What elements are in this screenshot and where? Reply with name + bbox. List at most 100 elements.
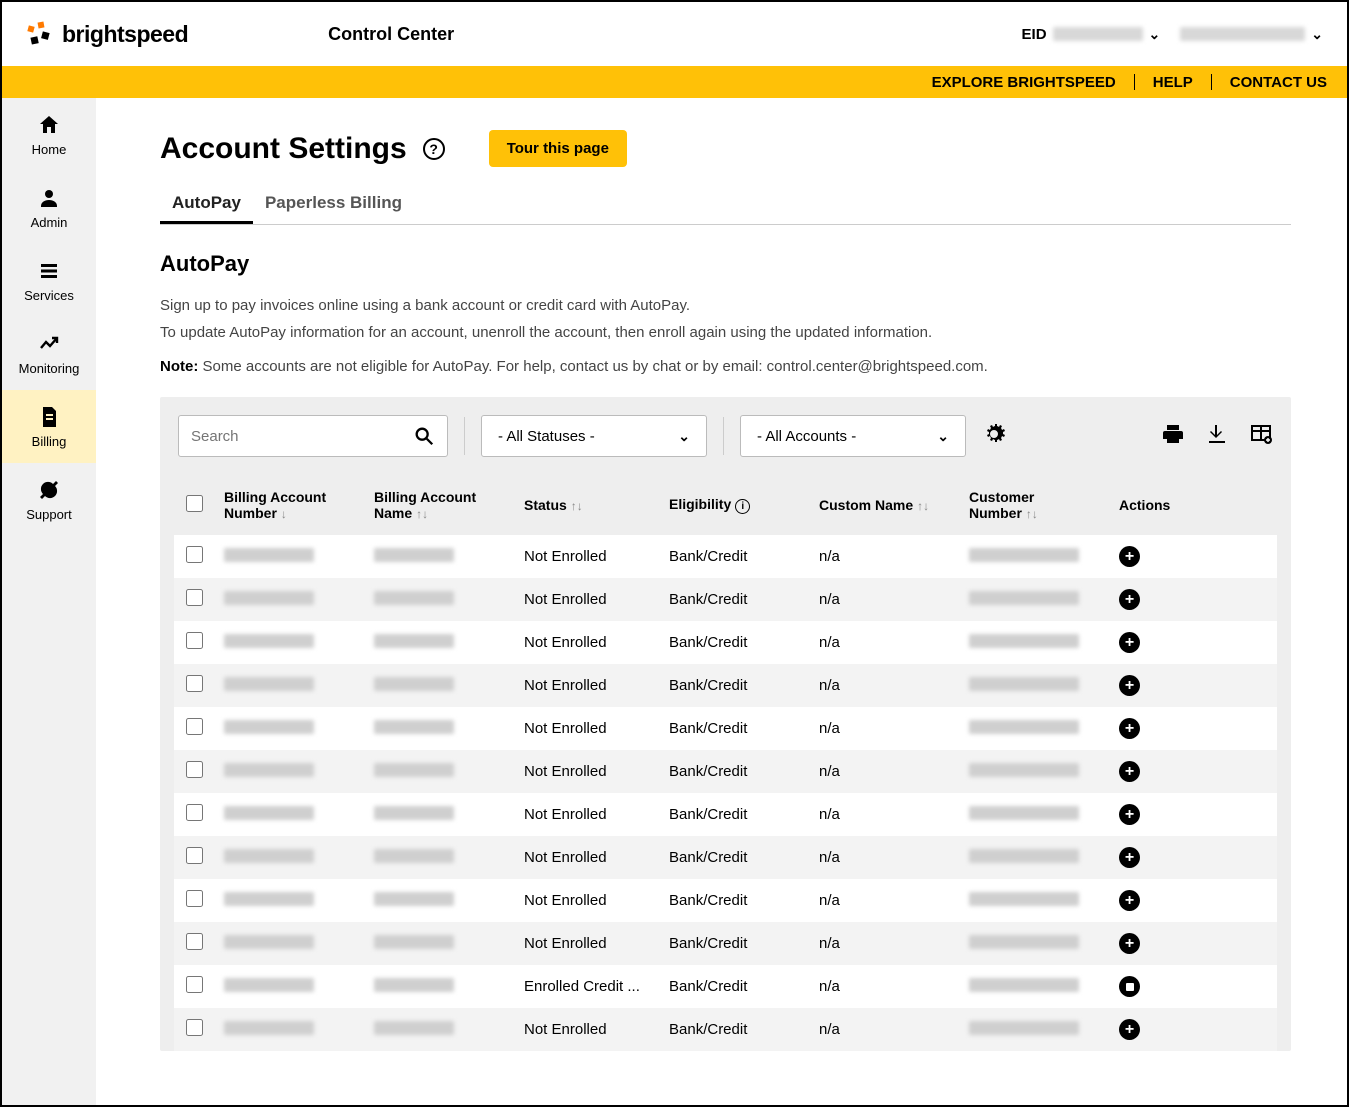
util-nav: EXPLORE BRIGHTSPEED HELP CONTACT US: [2, 66, 1347, 98]
sidebar-item-home[interactable]: Home: [2, 98, 96, 171]
sort-icon[interactable]: ↑↓: [416, 507, 428, 521]
plus-icon: +: [1125, 764, 1134, 780]
sort-icon[interactable]: ↓: [281, 507, 287, 521]
ban-redacted: [224, 892, 314, 906]
eligibility-value: Bank/Credit: [669, 763, 747, 780]
print-button[interactable]: [1161, 422, 1185, 451]
name-redacted: [374, 720, 454, 734]
download-button[interactable]: [1205, 422, 1229, 451]
ban-redacted: [224, 978, 314, 992]
custom-name-value: n/a: [819, 935, 840, 952]
sort-icon[interactable]: ↑↓: [571, 499, 583, 513]
cust-num-redacted: [969, 849, 1079, 863]
status-value: Not Enrolled: [524, 634, 607, 651]
sidebar-item-billing[interactable]: Billing: [2, 390, 96, 463]
ban-redacted: [224, 634, 314, 648]
explore-link[interactable]: EXPLORE BRIGHTSPEED: [932, 74, 1116, 91]
cust-num-redacted: [969, 548, 1079, 562]
chevron-down-icon: ⌄: [937, 428, 949, 445]
row-checkbox[interactable]: [186, 804, 203, 821]
select-all-checkbox[interactable]: [186, 495, 203, 512]
row-checkbox[interactable]: [186, 933, 203, 950]
plus-icon: +: [1125, 850, 1134, 866]
enroll-button[interactable]: +: [1119, 847, 1140, 868]
enroll-button[interactable]: +: [1119, 675, 1140, 696]
status-value: Not Enrolled: [524, 720, 607, 737]
eid-dropdown[interactable]: EID ⌄: [1022, 26, 1161, 43]
search-box[interactable]: [178, 415, 448, 457]
settings-button[interactable]: [982, 422, 1006, 451]
logo[interactable]: brightspeed: [26, 20, 188, 48]
tab-paperless[interactable]: Paperless Billing: [253, 185, 414, 224]
row-checkbox[interactable]: [186, 761, 203, 778]
sidebar-item-admin[interactable]: Admin: [2, 171, 96, 244]
enroll-button[interactable]: +: [1119, 890, 1140, 911]
sidebar-item-services[interactable]: Services: [2, 244, 96, 317]
enroll-button[interactable]: +: [1119, 933, 1140, 954]
col-ban: Billing Account Number: [224, 489, 326, 521]
row-checkbox[interactable]: [186, 976, 203, 993]
chevron-down-icon: ⌄: [1311, 26, 1323, 43]
note: Note: Some accounts are not eligible for…: [160, 358, 1291, 375]
help-icon[interactable]: ?: [423, 138, 445, 160]
sidebar-item-monitoring[interactable]: Monitoring: [2, 317, 96, 390]
unenroll-button[interactable]: [1119, 976, 1140, 997]
row-checkbox[interactable]: [186, 847, 203, 864]
print-icon: [1161, 422, 1185, 446]
info-icon[interactable]: i: [735, 499, 750, 514]
status-filter-dropdown[interactable]: - All Statuses - ⌄: [481, 415, 707, 457]
admin-icon: [36, 185, 62, 211]
name-redacted: [374, 978, 454, 992]
table-row: Not EnrolledBank/Creditn/a+: [174, 535, 1277, 578]
name-redacted: [374, 677, 454, 691]
tab-autopay[interactable]: AutoPay: [160, 185, 253, 224]
columns-button[interactable]: [1249, 422, 1273, 451]
enroll-button[interactable]: +: [1119, 718, 1140, 739]
enroll-button[interactable]: +: [1119, 761, 1140, 782]
search-input[interactable]: [191, 428, 413, 445]
row-checkbox[interactable]: [186, 718, 203, 735]
eid-label: EID: [1022, 26, 1047, 43]
name-redacted: [374, 806, 454, 820]
account-filter-dropdown[interactable]: - All Accounts - ⌄: [740, 415, 966, 457]
status-value: Not Enrolled: [524, 892, 607, 909]
row-checkbox[interactable]: [186, 632, 203, 649]
user-dropdown[interactable]: ⌄: [1180, 26, 1323, 43]
enroll-button[interactable]: +: [1119, 804, 1140, 825]
status-value: Not Enrolled: [524, 591, 607, 608]
enroll-button[interactable]: +: [1119, 632, 1140, 653]
row-checkbox[interactable]: [186, 589, 203, 606]
divider: [464, 417, 465, 455]
row-checkbox[interactable]: [186, 675, 203, 692]
status-filter-label: - All Statuses -: [498, 428, 595, 445]
enroll-button[interactable]: +: [1119, 1019, 1140, 1040]
col-cust-num: Customer Number: [969, 489, 1034, 521]
row-checkbox[interactable]: [186, 1019, 203, 1036]
table-row: Not EnrolledBank/Creditn/a+: [174, 836, 1277, 879]
row-checkbox[interactable]: [186, 890, 203, 907]
plus-icon: +: [1125, 936, 1134, 952]
row-checkbox[interactable]: [186, 546, 203, 563]
plus-icon: +: [1125, 721, 1134, 737]
enroll-button[interactable]: +: [1119, 589, 1140, 610]
plus-icon: +: [1125, 592, 1134, 608]
contact-link[interactable]: CONTACT US: [1230, 74, 1327, 91]
sidebar-item-support[interactable]: Support: [2, 463, 96, 536]
logo-mark-icon: [26, 20, 54, 48]
custom-name-value: n/a: [819, 591, 840, 608]
content: Account Settings ? Tour this page AutoPa…: [96, 98, 1347, 1105]
eligibility-value: Bank/Credit: [669, 634, 747, 651]
sidebar-item-label: Billing: [32, 434, 67, 449]
enroll-button[interactable]: +: [1119, 546, 1140, 567]
sort-icon[interactable]: ↑↓: [1026, 507, 1038, 521]
status-value: Not Enrolled: [524, 806, 607, 823]
status-value: Not Enrolled: [524, 935, 607, 952]
support-icon: [36, 477, 62, 503]
ban-redacted: [224, 849, 314, 863]
sort-icon[interactable]: ↑↓: [917, 499, 929, 513]
tour-button[interactable]: Tour this page: [489, 130, 627, 167]
table-row: Not EnrolledBank/Creditn/a+: [174, 750, 1277, 793]
custom-name-value: n/a: [819, 677, 840, 694]
help-link[interactable]: HELP: [1153, 74, 1193, 91]
plus-icon: +: [1125, 1022, 1134, 1038]
